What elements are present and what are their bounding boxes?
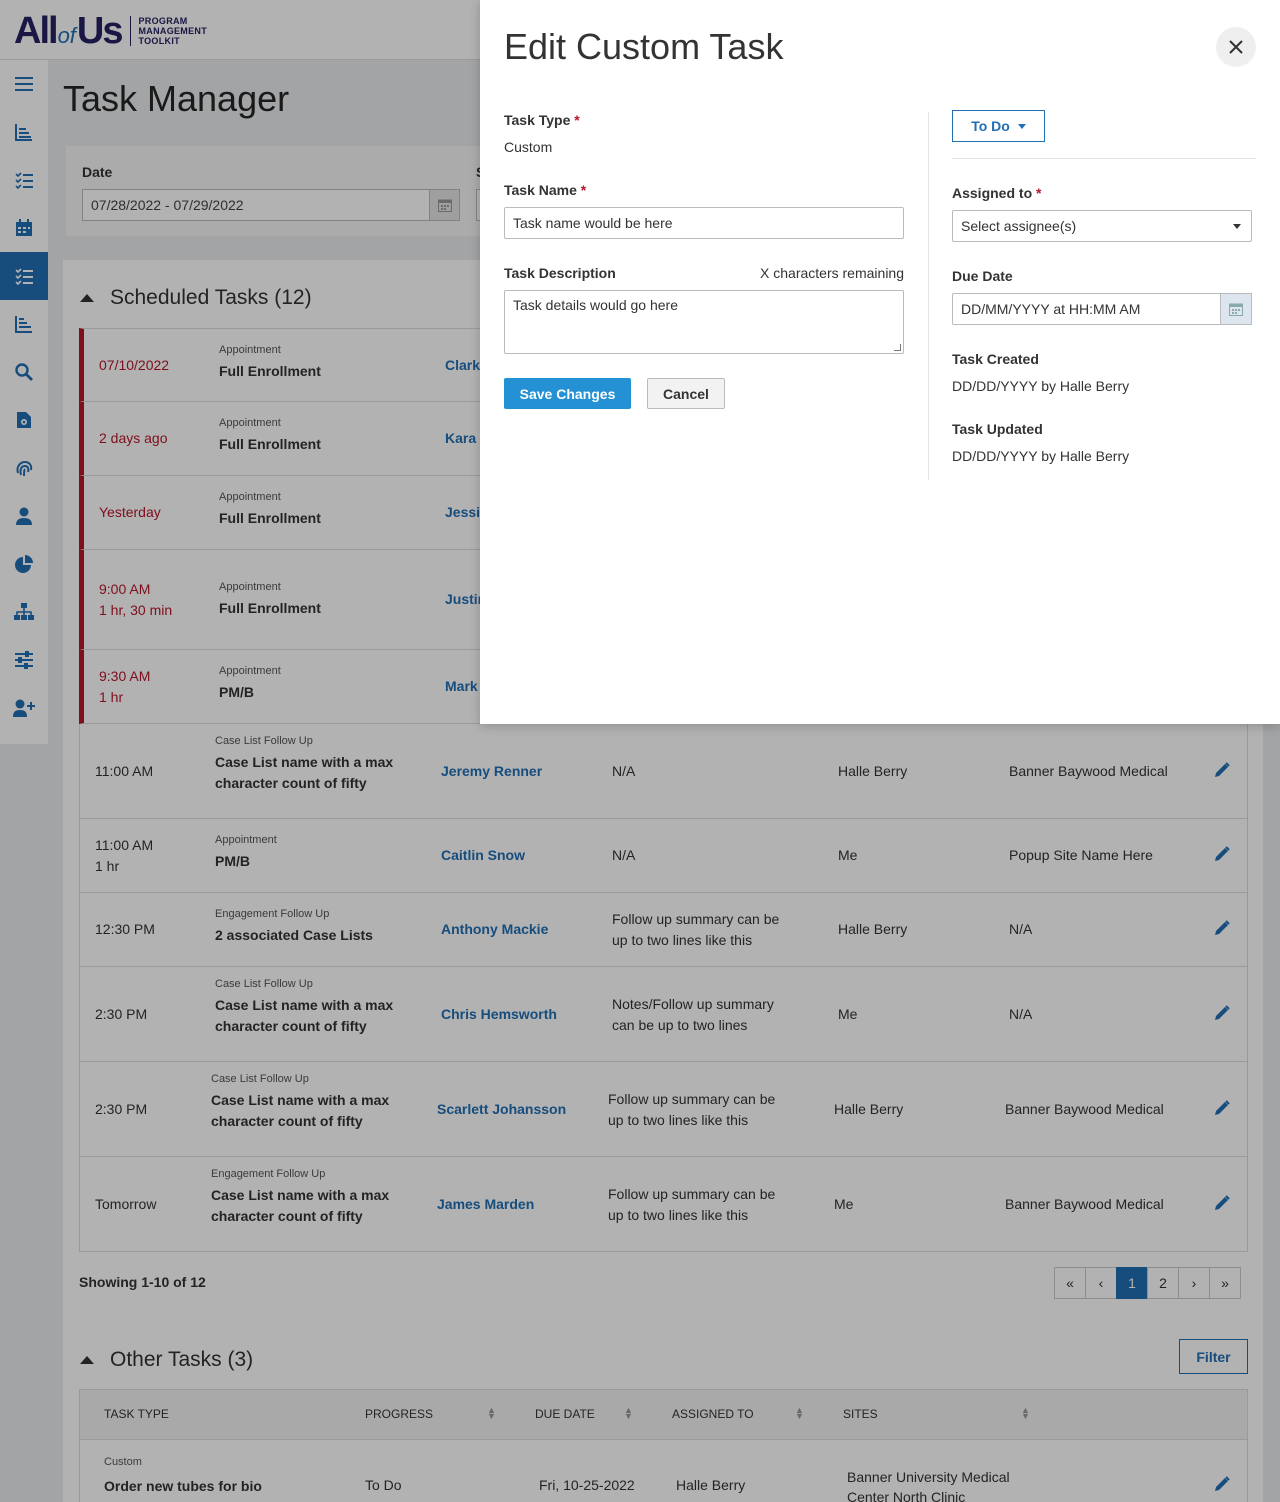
due-date-label: Due Date [952,268,1013,284]
column-divider [928,112,929,480]
dialog-title: Edit Custom Task [504,26,784,67]
cancel-button[interactable]: Cancel [647,378,725,409]
required-marker: * [580,182,587,198]
chevron-down-icon [1017,123,1026,129]
status-label: To Do [971,118,1010,134]
required-marker: * [574,112,580,128]
chevron-down-icon [1233,224,1241,229]
assignee-select[interactable]: Select assignee(s) [952,210,1252,242]
status-dropdown[interactable]: To Do [952,110,1045,142]
status-divider [952,158,1256,159]
assigned-to-label: Assigned to * [952,185,1042,201]
assignee-placeholder: Select assignee(s) [961,218,1077,234]
task-name-input[interactable]: Task name would be here [504,207,904,239]
required-marker: * [1036,185,1042,201]
save-changes-button[interactable]: Save Changes [504,378,631,409]
task-updated-value: DD/DD/YYYY by Halle Berry [952,448,1130,464]
task-type-value: Custom [504,139,553,155]
close-button[interactable] [1216,27,1256,67]
resize-handle[interactable] [894,344,901,351]
task-created-label: Task Created [952,351,1039,367]
edit-task-dialog: Edit Custom Task Task Type * Custom Task… [480,0,1280,724]
task-type-label: Task Type * [504,112,580,128]
characters-remaining: X characters remaining [760,265,904,281]
task-description-text: Task details would go here [513,297,678,313]
task-created-value: DD/DD/YYYY by Halle Berry [952,378,1130,394]
task-updated-label: Task Updated [952,421,1043,437]
due-date-calendar-button[interactable] [1220,293,1252,325]
due-date-input[interactable]: DD/MM/YYYY at HH:MM AM [952,293,1252,325]
calendar-icon [1229,303,1243,316]
close-icon [1229,40,1243,54]
task-description-textarea[interactable]: Task details would go here [504,290,904,354]
task-description-label: Task Description [504,265,616,281]
task-name-label: Task Name * [504,182,587,198]
